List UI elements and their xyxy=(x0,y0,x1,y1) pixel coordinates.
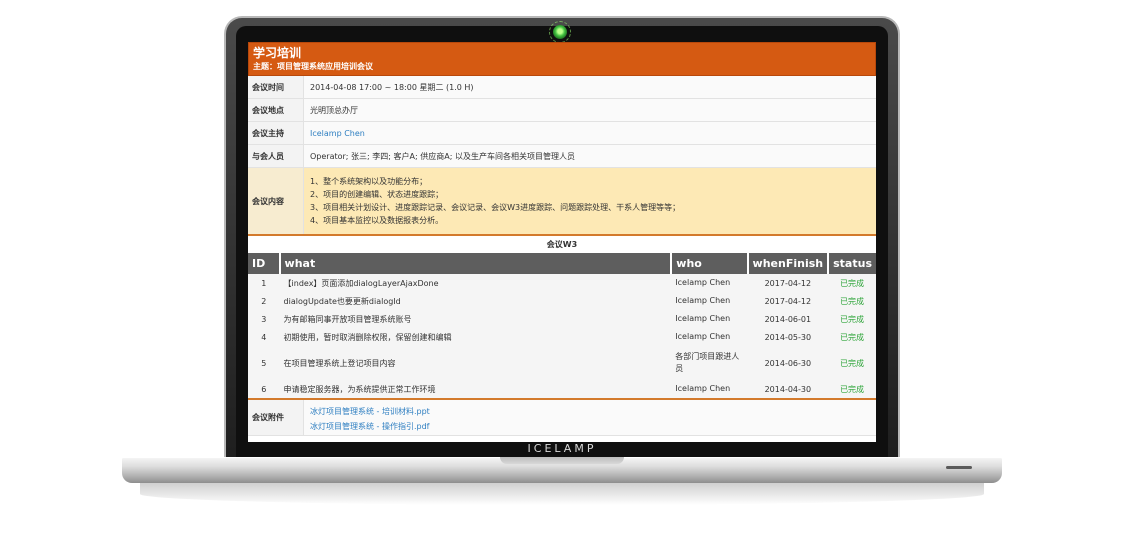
column-header-who: who xyxy=(671,253,749,274)
meeting-content-label: 会议内容 xyxy=(248,168,304,234)
table-row: 1 【index】页面添加dialogLayerAjaxDone Icelamp… xyxy=(248,274,876,292)
content-line: 1、整个系统架构以及功能分布； xyxy=(310,177,428,186)
cell-what: 申请稳定服务器，为系统提供正常工作环境 xyxy=(279,380,672,398)
meeting-host-link[interactable]: Icelamp Chen xyxy=(310,129,365,138)
cell-what: 在项目管理系统上登记项目内容 xyxy=(279,346,672,380)
cell-status: 已完成 xyxy=(828,310,876,328)
column-header-what: what xyxy=(279,253,673,274)
laptop-shadow xyxy=(140,483,984,505)
meeting-place-row: 会议地点 光明顶总办厅 xyxy=(248,99,876,122)
table-row: 2 dialogUpdate也要更新dialogId Icelamp Chen … xyxy=(248,292,876,310)
meeting-attendees-value: Operator; 张三; 李四; 客户A; 供应商A; 以及生产车间各相关项目… xyxy=(310,151,575,161)
column-header-id: ID xyxy=(248,253,281,274)
content-line: 4、项目基本监控以及数据报表分析。 xyxy=(310,216,444,225)
meeting-time-label: 会议时间 xyxy=(248,76,304,98)
table-row: 3 为有邮箱同事开放项目管理系统账号 Icelamp Chen 2014-06-… xyxy=(248,310,876,328)
w3-table: ID what who whenFinish status 1 【index】页… xyxy=(248,253,876,398)
table-row: 5 在项目管理系统上登记项目内容 各部门项目跟进人员 2014-06-30 已完… xyxy=(248,346,876,380)
cell-who: Icelamp Chen xyxy=(671,274,748,292)
content-line: 3、项目相关计划设计、进度跟踪记录、会议记录、会议W3进度跟踪、问题跟踪处理、干… xyxy=(310,203,681,212)
cell-when: 2014-05-30 xyxy=(747,328,829,346)
laptop-notch xyxy=(500,457,624,464)
cell-id: 6 xyxy=(248,380,280,398)
attachment-link[interactable]: 冰灯项目管理系统 - 操作指引.pdf xyxy=(310,419,870,434)
attachments-label: 会议附件 xyxy=(248,400,304,435)
cell-what: dialogUpdate也要更新dialogId xyxy=(279,292,672,310)
meeting-content-row: 会议内容 1、整个系统架构以及功能分布； 2、项目的创建编辑、状态进度跟踪； 3… xyxy=(248,168,876,236)
page-header: 学习培训 主题：项目管理系统应用培训会议 xyxy=(248,42,876,76)
meeting-content-list: 1、整个系统架构以及功能分布； 2、项目的创建编辑、状态进度跟踪； 3、项目相关… xyxy=(304,168,876,234)
cell-status: 已完成 xyxy=(828,274,876,292)
attachments-row: 会议附件 冰灯项目管理系统 - 培训材料.ppt 冰灯项目管理系统 - 操作指引… xyxy=(248,398,876,436)
meeting-attendees-label: 与会人员 xyxy=(248,145,304,167)
w3-header-row: ID what who whenFinish status xyxy=(248,253,876,274)
column-header-whenfinish: whenFinish xyxy=(747,253,830,274)
meeting-host-row: 会议主持 Icelamp Chen xyxy=(248,122,876,145)
attachments-list: 冰灯项目管理系统 - 培训材料.ppt 冰灯项目管理系统 - 操作指引.pdf xyxy=(304,400,876,435)
meeting-attendees-row: 与会人员 Operator; 张三; 李四; 客户A; 供应商A; 以及生产车间… xyxy=(248,145,876,168)
cell-status: 已完成 xyxy=(828,380,876,398)
cell-id: 3 xyxy=(248,310,280,328)
cell-who: Icelamp Chen xyxy=(671,310,748,328)
webcam-icon xyxy=(553,25,567,39)
cell-status: 已完成 xyxy=(828,346,876,380)
attachment-link[interactable]: 冰灯项目管理系统 - 培训材料.ppt xyxy=(310,404,870,419)
cell-who: Icelamp Chen xyxy=(671,380,748,398)
table-row: 4 初期使用，暂时取消删除权限，保留创建和编辑 Icelamp Chen 201… xyxy=(248,328,876,346)
cell-status: 已完成 xyxy=(828,328,876,346)
meeting-time-value: 2014-04-08 17:00 ~ 18:00 星期二 (1.0 H) xyxy=(310,82,474,92)
cell-who: Icelamp Chen xyxy=(671,328,748,346)
cell-who: 各部门项目跟进人员 xyxy=(671,346,748,380)
meeting-place-label: 会议地点 xyxy=(248,99,304,121)
cell-id: 1 xyxy=(248,274,280,292)
cell-id: 4 xyxy=(248,328,280,346)
cell-id: 2 xyxy=(248,292,280,310)
table-row: 6 申请稳定服务器，为系统提供正常工作环境 Icelamp Chen 2014-… xyxy=(248,380,876,398)
page-title: 学习培训 xyxy=(253,46,302,60)
meeting-host-label: 会议主持 xyxy=(248,122,304,144)
meeting-place-value: 光明顶总办厅 xyxy=(310,105,358,115)
cell-what: 【index】页面添加dialogLayerAjaxDone xyxy=(279,274,672,292)
cell-what: 为有邮箱同事开放项目管理系统账号 xyxy=(279,310,672,328)
cell-when: 2014-06-01 xyxy=(747,310,829,328)
cell-who: Icelamp Chen xyxy=(671,292,748,310)
cell-what: 初期使用，暂时取消删除权限，保留创建和编辑 xyxy=(279,328,672,346)
brand-logo: ICELAMP xyxy=(527,442,597,455)
cell-when: 2014-04-30 xyxy=(747,380,829,398)
cell-when: 2017-04-12 xyxy=(747,274,829,292)
cell-when: 2017-04-12 xyxy=(747,292,829,310)
cell-status: 已完成 xyxy=(828,292,876,310)
screen: 学习培训 主题：项目管理系统应用培训会议 会议时间 2014-04-08 17:… xyxy=(248,42,876,442)
column-header-status: status xyxy=(828,253,876,274)
laptop-slot xyxy=(946,466,972,469)
cell-when: 2014-06-30 xyxy=(747,346,829,380)
meeting-time-row: 会议时间 2014-04-08 17:00 ~ 18:00 星期二 (1.0 H… xyxy=(248,76,876,99)
content-line: 2、项目的创建编辑、状态进度跟踪； xyxy=(310,190,444,199)
w3-title: 会议W3 xyxy=(248,236,876,253)
page-subtitle: 主题：项目管理系统应用培训会议 xyxy=(253,62,373,71)
cell-id: 5 xyxy=(248,346,280,380)
